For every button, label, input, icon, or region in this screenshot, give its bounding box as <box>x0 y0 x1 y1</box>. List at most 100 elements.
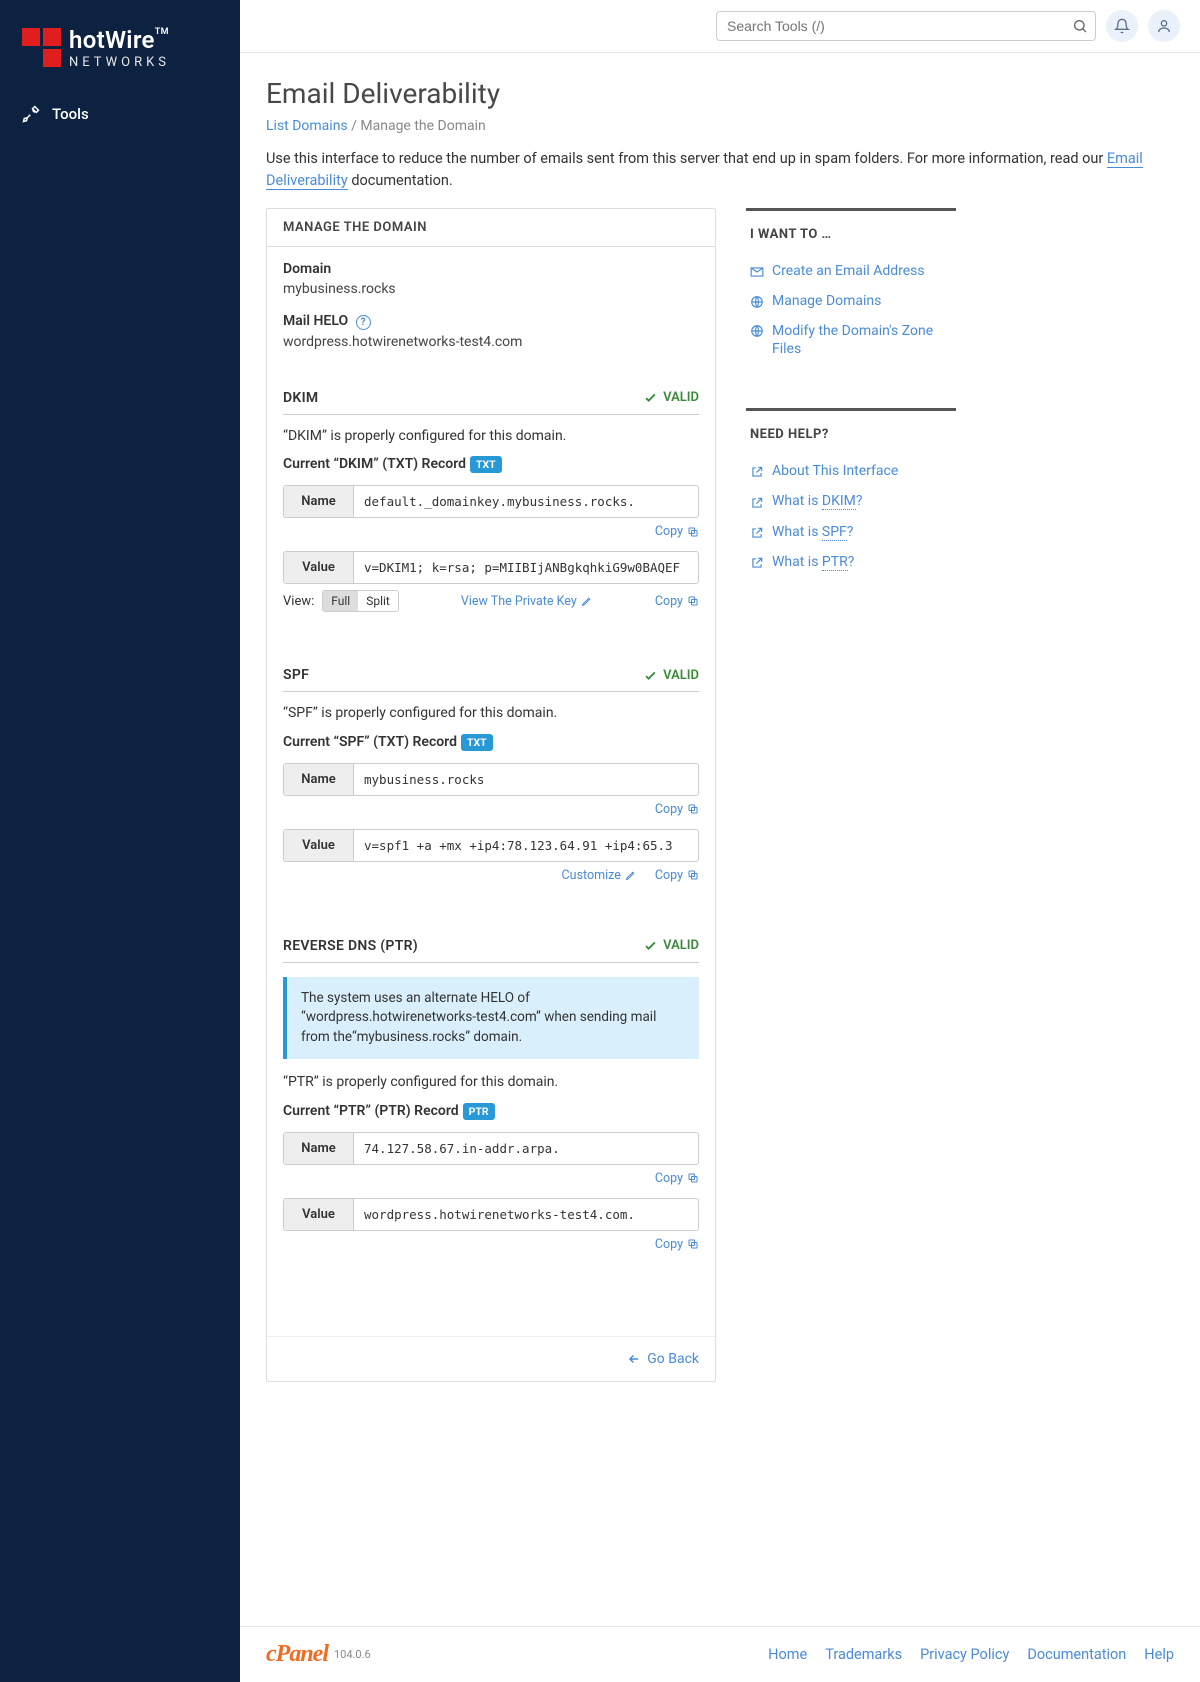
external-link-icon <box>750 526 764 540</box>
logo-icon <box>22 28 61 67</box>
logo: hotWireTM NETWORKS <box>0 0 240 93</box>
footer-home[interactable]: Home <box>768 1646 807 1663</box>
copy-icon <box>687 595 699 607</box>
dkim-txt-tag: TXT <box>470 456 502 473</box>
ptr-current-label: Current “PTR” (PTR) Record <box>283 1103 459 1119</box>
dkim-current-label: Current “DKIM” (TXT) Record <box>283 456 466 472</box>
dkim-value-value[interactable]: v=DKIM1; k=rsa; p=MIIBIjANBgkqhkiG9w0BAQ… <box>354 552 698 583</box>
footer-docs[interactable]: Documentation <box>1027 1646 1126 1663</box>
spf-value-value[interactable]: v=spf1 +a +mx +ip4:78.123.64.91 +ip4:65.… <box>354 830 698 861</box>
spf-customize[interactable]: Customize <box>562 868 637 883</box>
ptr-name-value[interactable]: 74.127.58.67.in-addr.arpa. <box>354 1133 698 1164</box>
user-icon <box>1156 18 1172 34</box>
spf-name-row: Name mybusiness.rocks <box>283 763 699 796</box>
search-input[interactable] <box>716 11 1096 41</box>
nav-tools[interactable]: Tools <box>0 93 240 135</box>
want-manage-domains[interactable]: Manage Domains <box>750 286 952 316</box>
footer-help[interactable]: Help <box>1144 1646 1174 1663</box>
globe-icon <box>750 295 764 309</box>
breadcrumb-current: Manage the Domain <box>360 118 485 134</box>
search-wrap <box>716 11 1096 41</box>
copy-icon <box>687 1172 699 1184</box>
dkim-name-row: Name default._domainkey.mybusiness.rocks… <box>283 485 699 518</box>
ptr-info: The system uses an alternate HELO of “wo… <box>283 977 699 1060</box>
breadcrumb-sep: / <box>351 118 360 134</box>
help-ptr[interactable]: What is PTR? <box>750 547 952 577</box>
domain-label: Domain <box>283 261 699 277</box>
ptr-desc: “PTR” is properly configured for this do… <box>283 1073 699 1093</box>
ptr-name-copy[interactable]: Copy <box>655 1171 699 1186</box>
spf-name-value[interactable]: mybusiness.rocks <box>354 764 698 795</box>
helo-value: wordpress.hotwirenetworks-test4.com <box>283 334 699 350</box>
dkim-value-row: Value v=DKIM1; k=rsa; p=MIIBIjANBgkqhkiG… <box>283 551 699 584</box>
nav-tools-label: Tools <box>52 105 89 123</box>
bell-icon <box>1114 18 1130 34</box>
cpanel-logo: cPanel <box>266 1641 328 1668</box>
external-link-icon <box>750 465 764 479</box>
dkim-title: DKIM <box>283 390 318 406</box>
help-dkim[interactable]: What is DKIM? <box>750 486 952 516</box>
ptr-title: Reverse DNS (PTR) <box>283 938 418 954</box>
check-icon <box>643 390 658 405</box>
intro-text: Use this interface to reduce the number … <box>266 148 1174 192</box>
dkim-name-copy[interactable]: Copy <box>655 524 699 539</box>
help-title: Need Help? <box>750 427 952 442</box>
spf-value-row: Value v=spf1 +a +mx +ip4:78.123.64.91 +i… <box>283 829 699 862</box>
footer-trademarks[interactable]: Trademarks <box>825 1646 902 1663</box>
user-button[interactable] <box>1148 10 1180 42</box>
go-back-link[interactable]: Go Back <box>627 1351 699 1367</box>
ptr-value-row: Value wordpress.hotwirenetworks-test4.co… <box>283 1198 699 1231</box>
want-zone-files[interactable]: Modify the Domain's Zone Files <box>750 316 952 364</box>
ptr-ptr-tag: PTR <box>463 1103 495 1120</box>
help-about[interactable]: About This Interface <box>750 456 952 486</box>
breadcrumb-list-domains[interactable]: List Domains <box>266 118 348 134</box>
topbar <box>240 0 1200 53</box>
check-icon <box>643 938 658 953</box>
want-create-email[interactable]: Create an Email Address <box>750 256 952 286</box>
dkim-name-value[interactable]: default._domainkey.mybusiness.rocks. <box>354 486 698 517</box>
spf-name-copy[interactable]: Copy <box>655 802 699 817</box>
view-label: View: <box>283 594 314 609</box>
brand-tm: TM <box>155 27 169 37</box>
want-title: I want to … <box>750 227 952 242</box>
domain-value: mybusiness.rocks <box>283 281 699 297</box>
brand-sub: NETWORKS <box>69 56 170 69</box>
dkim-value-copy[interactable]: Copy <box>655 594 699 609</box>
check-icon <box>643 668 658 683</box>
cpanel-version: 104.0.6 <box>334 1648 371 1661</box>
wrench-icon <box>22 105 40 123</box>
search-icon[interactable] <box>1072 18 1088 34</box>
external-link-icon <box>750 496 764 510</box>
manage-domain-panel: Manage the Domain Domain mybusiness.rock… <box>266 208 716 1382</box>
copy-icon <box>687 1238 699 1250</box>
dkim-view-full[interactable]: Full <box>323 591 358 611</box>
ptr-name-row: Name 74.127.58.67.in-addr.arpa. <box>283 1132 699 1165</box>
globe-icon <box>750 324 764 338</box>
dkim-view-split[interactable]: Split <box>358 591 398 611</box>
breadcrumb: List Domains / Manage the Domain <box>266 118 1174 134</box>
dkim-valid-badge: VALID <box>643 390 699 405</box>
copy-icon <box>687 869 699 881</box>
dkim-value-label: Value <box>284 552 354 583</box>
dkim-view-private-key[interactable]: View The Private Key <box>461 594 593 609</box>
ptr-value-value[interactable]: wordpress.hotwirenetworks-test4.com. <box>354 1199 698 1230</box>
spf-desc: “SPF” is properly configured for this do… <box>283 704 699 724</box>
arrow-left-icon <box>627 1352 641 1366</box>
pencil-icon <box>625 869 637 881</box>
notifications-button[interactable] <box>1106 10 1138 42</box>
helo-label: Mail HELO <box>283 313 348 329</box>
help-panel: Need Help? About This Interface What is … <box>746 408 956 593</box>
helo-help-icon[interactable]: ? <box>356 315 371 330</box>
footer: cPanel 104.0.6 Home Trademarks Privacy P… <box>240 1626 1200 1682</box>
ptr-value-copy[interactable]: Copy <box>655 1237 699 1252</box>
copy-icon <box>687 526 699 538</box>
ptr-valid-badge: VALID <box>643 938 699 953</box>
want-panel: I want to … Create an Email Address Mana… <box>746 208 956 381</box>
spf-value-copy[interactable]: Copy <box>655 868 699 883</box>
help-spf[interactable]: What is SPF? <box>750 517 952 547</box>
footer-privacy[interactable]: Privacy Policy <box>920 1646 1009 1663</box>
spf-title: SPF <box>283 667 309 683</box>
external-link-icon <box>750 556 764 570</box>
dkim-view-toggle[interactable]: Full Split <box>322 590 399 612</box>
spf-current-label: Current “SPF” (TXT) Record <box>283 734 457 750</box>
